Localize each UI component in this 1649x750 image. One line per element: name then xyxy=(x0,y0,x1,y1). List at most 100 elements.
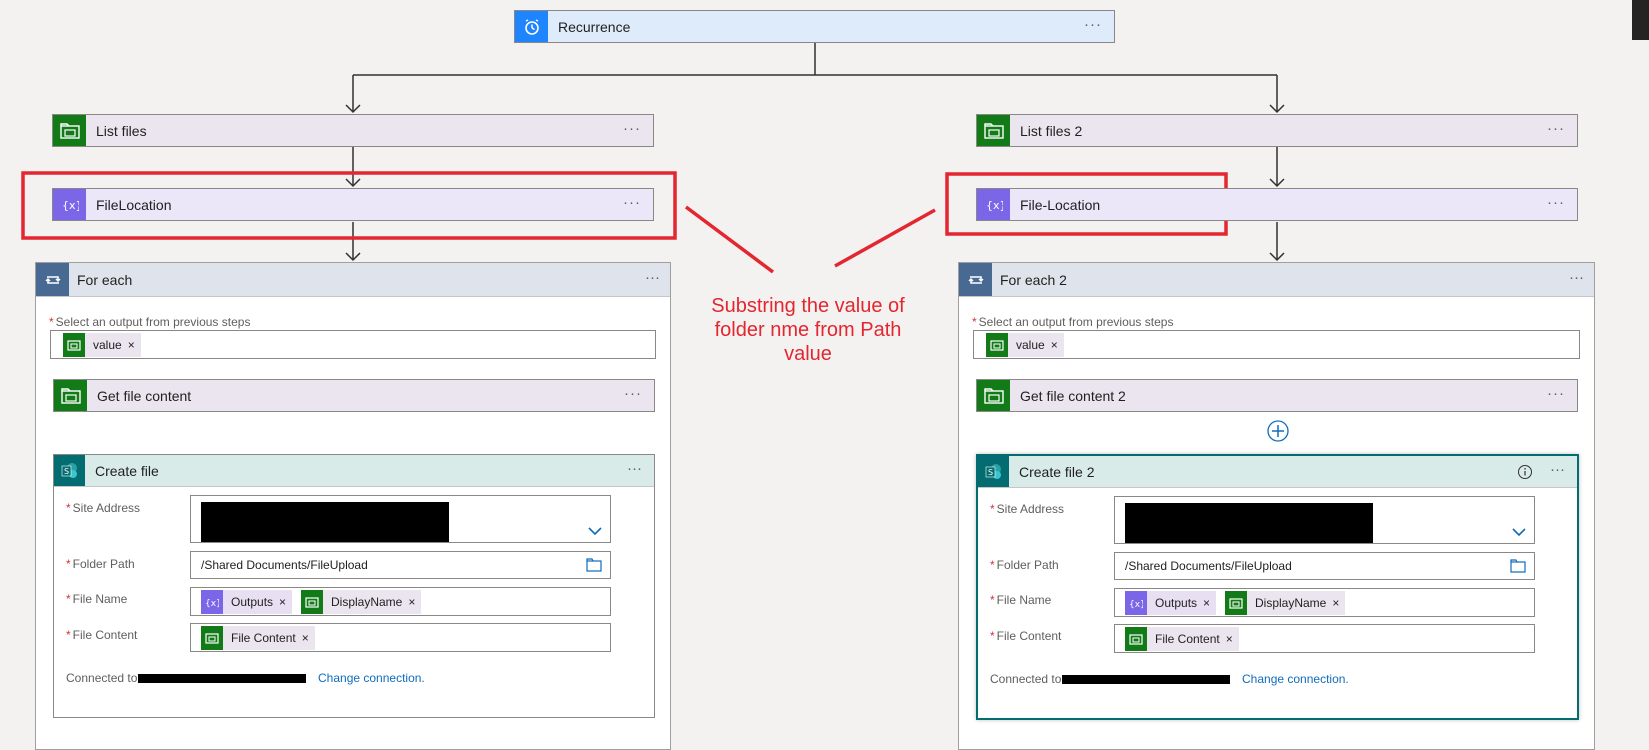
file-content-label: * File Content xyxy=(990,629,1062,643)
annotation-line-1: Substring the value of xyxy=(711,295,905,317)
more-options-icon[interactable]: ··· xyxy=(1569,269,1584,286)
more-options-icon[interactable]: ··· xyxy=(623,194,641,211)
site-address-label: * Site Address xyxy=(66,501,141,515)
svg-text:S: S xyxy=(988,468,993,477)
sharepoint-folder-icon xyxy=(986,333,1008,357)
list-files-title: List files xyxy=(96,122,147,139)
sharepoint-folder-icon xyxy=(301,590,323,614)
annotation-note: Substring the value of folder nme from P… xyxy=(676,294,940,366)
list-files-2-card[interactable]: List files 2 ··· xyxy=(976,114,1578,147)
list-files-card[interactable]: List files ··· xyxy=(52,114,654,147)
folder-path-value: /Shared Documents/FileUpload xyxy=(201,558,368,572)
svg-text:{x}: {x} xyxy=(986,199,1003,212)
file-name-label: * File Name xyxy=(66,592,128,606)
file-location-variable-card[interactable]: {x} FileLocation ··· xyxy=(52,188,654,221)
select-output-field[interactable]: value × xyxy=(973,330,1580,359)
for-each-2-loop: For each 2 ··· * Select an output from pr… xyxy=(958,262,1595,750)
add-step-plus-icon[interactable] xyxy=(1266,419,1290,443)
variable-2-title: File-Location xyxy=(1020,196,1101,213)
more-options-icon[interactable]: ··· xyxy=(1547,120,1565,137)
change-connection-link[interactable]: Change connection. xyxy=(318,671,425,685)
more-options-icon[interactable]: ··· xyxy=(1550,461,1565,478)
site-address-field[interactable] xyxy=(1114,496,1535,544)
sharepoint-folder-icon xyxy=(63,333,85,357)
file-content-label: * File Content xyxy=(66,628,138,642)
chevron-down-icon[interactable] xyxy=(1512,527,1526,537)
variable-icon: {x} xyxy=(977,189,1010,220)
variable-icon: {x} xyxy=(1125,591,1147,615)
redacted-connection xyxy=(138,674,306,683)
remove-token-icon[interactable]: × xyxy=(279,595,286,609)
for-each-header[interactable]: For each ··· xyxy=(36,263,670,297)
remove-token-icon[interactable]: × xyxy=(302,631,309,645)
remove-token-icon[interactable]: × xyxy=(1332,596,1339,610)
folder-picker-icon[interactable] xyxy=(1510,559,1526,573)
more-options-icon[interactable]: ··· xyxy=(624,385,642,402)
displayname-token[interactable]: DisplayName × xyxy=(1225,591,1346,615)
sharepoint-folder-icon xyxy=(201,626,223,650)
file-content-token[interactable]: File Content × xyxy=(201,626,315,650)
create-file-title: Create file xyxy=(95,462,159,479)
remove-token-icon[interactable]: × xyxy=(1203,596,1210,610)
select-output-label: * Select an output from previous steps xyxy=(49,315,251,329)
create-file-header[interactable]: S Create file ··· xyxy=(54,455,654,487)
site-address-field[interactable] xyxy=(190,495,611,543)
more-options-icon[interactable]: ··· xyxy=(1547,385,1565,402)
file-name-label: * File Name xyxy=(990,593,1052,607)
svg-text:{x}: {x} xyxy=(205,599,219,608)
file-name-field[interactable]: {x} Outputs× DisplayName× xyxy=(190,587,611,616)
for-each-title: For each xyxy=(77,271,133,288)
svg-text:S: S xyxy=(64,467,69,476)
folder-path-label: * Folder Path xyxy=(990,558,1059,572)
sharepoint-icon: S xyxy=(54,455,85,486)
redacted-site-address xyxy=(201,502,449,542)
displayname-token[interactable]: DisplayName × xyxy=(301,590,422,614)
svg-text:{x}: {x} xyxy=(1129,600,1143,609)
select-output-field[interactable]: value × xyxy=(50,330,656,359)
more-options-icon[interactable]: ··· xyxy=(623,120,641,137)
file-content-field[interactable]: File Content × xyxy=(190,623,611,652)
more-options-icon[interactable]: ··· xyxy=(1547,194,1565,211)
get-file-content-2-title: Get file content 2 xyxy=(1020,387,1126,404)
sharepoint-folder-icon xyxy=(53,115,86,146)
file-content-token[interactable]: File Content × xyxy=(1125,627,1239,651)
redacted-connection xyxy=(1062,675,1230,684)
variable-icon: {x} xyxy=(201,590,223,614)
get-file-content-card[interactable]: Get file content ··· xyxy=(53,379,655,412)
create-file-2-header[interactable]: S Create file 2 ··· xyxy=(978,456,1577,488)
file-name-field[interactable]: {x} Outputs× DisplayName× xyxy=(1114,588,1535,617)
more-options-icon[interactable]: ··· xyxy=(627,460,642,477)
list-files-2-title: List files 2 xyxy=(1020,122,1083,139)
sharepoint-icon: S xyxy=(978,456,1009,487)
annotation-line-2: folder nme from Path xyxy=(714,319,902,341)
outputs-token[interactable]: {x} Outputs× xyxy=(201,590,293,614)
for-each-2-header[interactable]: For each 2 ··· xyxy=(959,263,1594,297)
get-file-content-2-card[interactable]: Get file content 2 ··· xyxy=(976,379,1578,412)
create-file-2-title: Create file 2 xyxy=(1019,463,1095,480)
more-options-icon[interactable]: ··· xyxy=(645,269,660,286)
change-connection-link[interactable]: Change connection. xyxy=(1242,672,1349,686)
file-location-2-variable-card[interactable]: {x} File-Location ··· xyxy=(976,188,1578,221)
loop-icon xyxy=(36,263,69,296)
folder-path-field[interactable]: /Shared Documents/FileUpload xyxy=(190,551,611,579)
value-token[interactable]: value × xyxy=(986,333,1064,357)
folder-path-label: * Folder Path xyxy=(66,557,135,571)
more-options-icon[interactable]: ··· xyxy=(1084,16,1102,33)
folder-path-value: /Shared Documents/FileUpload xyxy=(1125,559,1292,573)
corner-panel[interactable] xyxy=(1632,0,1649,40)
value-token[interactable]: value × xyxy=(63,333,141,357)
remove-token-icon[interactable]: × xyxy=(1226,632,1233,646)
info-icon[interactable] xyxy=(1517,464,1533,480)
file-content-field[interactable]: File Content × xyxy=(1114,624,1535,653)
sharepoint-folder-icon xyxy=(977,380,1010,411)
folder-picker-icon[interactable] xyxy=(586,558,602,572)
chevron-down-icon[interactable] xyxy=(588,526,602,536)
remove-token-icon[interactable]: × xyxy=(128,338,135,352)
recurrence-trigger-card[interactable]: Recurrence ··· xyxy=(514,10,1115,43)
outputs-token[interactable]: {x} Outputs× xyxy=(1125,591,1217,615)
remove-token-icon[interactable]: × xyxy=(1051,338,1058,352)
redacted-site-address xyxy=(1125,503,1373,543)
folder-path-field[interactable]: /Shared Documents/FileUpload xyxy=(1114,552,1535,580)
variable-title: FileLocation xyxy=(96,196,172,213)
remove-token-icon[interactable]: × xyxy=(408,595,415,609)
